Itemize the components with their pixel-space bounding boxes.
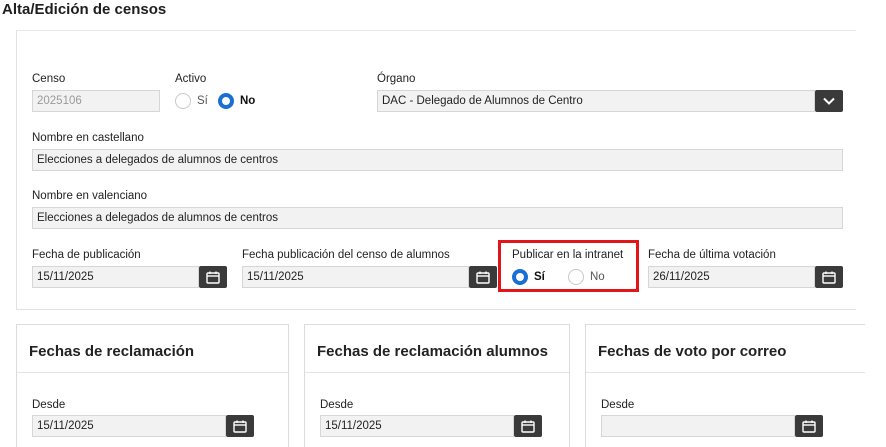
publicar-intranet-highlight [498,240,639,292]
calendar-icon [206,271,220,284]
nombre-castellano-label: Nombre en castellano [32,132,144,144]
calendar-icon [822,271,836,284]
censo-label: Censo [32,73,66,85]
calendar-icon [802,420,816,433]
activo-no-label: No [240,95,256,107]
fecha-pub-censo-field[interactable]: 15/11/2025 [242,266,469,288]
calendar-icon [521,420,535,433]
fechas-reclamacion-title: Fechas de reclamación [29,343,195,360]
page-title: Alta/Edición de censos [2,1,167,18]
fechas-voto-correo-title: Fechas de voto por correo [598,343,787,360]
censo-field: 2025106 [32,90,160,112]
reclamacion-alumnos-desde-field[interactable]: 15/11/2025 [320,415,514,437]
fecha-ultima-votacion-field[interactable]: 26/11/2025 [648,266,815,288]
organo-dropdown-button[interactable] [815,90,843,112]
calendar-icon [476,271,490,284]
reclamacion-alumnos-desde-calendar-button[interactable] [514,415,542,437]
nombre-valenciano-label: Nombre en valenciano [32,190,148,202]
card-header: Fechas de voto por correo [586,325,865,373]
fecha-pub-censo-calendar-button[interactable] [469,266,497,288]
fechas-reclamacion-alumnos-title: Fechas de reclamación alumnos [317,343,548,360]
voto-correo-desde-label: Desde [601,399,635,411]
radio-checked-icon [218,93,234,109]
reclamacion-alumnos-desde-label: Desde [320,399,354,411]
reclamacion-desde-calendar-button[interactable] [226,415,254,437]
radio-unchecked-icon [175,93,191,109]
fecha-ultima-votacion-calendar-button[interactable] [815,266,843,288]
reclamacion-desde-label: Desde [32,399,66,411]
activo-no-radio[interactable]: No [218,93,255,109]
fecha-ultima-votacion-label: Fecha de última votación [648,249,776,261]
fecha-publicacion-calendar-button[interactable] [199,266,227,288]
fecha-publicacion-field[interactable]: 15/11/2025 [32,266,199,288]
fecha-publicacion-label: Fecha de publicación [32,249,141,261]
nombre-valenciano-field[interactable]: Elecciones a delegados de alumnos de cen… [32,207,843,229]
organo-select[interactable]: DAC - Delegado de Alumnos de Centro [377,90,815,112]
card-header: Fechas de reclamación [17,325,288,373]
voto-correo-desde-calendar-button[interactable] [795,415,823,437]
chevron-down-icon [823,97,835,105]
fecha-pub-censo-label: Fecha publicación del censo de alumnos [242,249,450,261]
voto-correo-desde-field[interactable] [601,415,795,437]
organo-label: Órgano [377,73,416,85]
activo-si-label: Sí [197,95,208,107]
reclamacion-desde-field[interactable]: 15/11/2025 [32,415,226,437]
nombre-castellano-field[interactable]: Elecciones a delegados de alumnos de cen… [32,149,843,171]
activo-si-radio[interactable]: Sí [175,93,208,109]
card-header: Fechas de reclamación alumnos [305,325,569,373]
activo-label: Activo [175,73,207,85]
calendar-icon [233,420,247,433]
